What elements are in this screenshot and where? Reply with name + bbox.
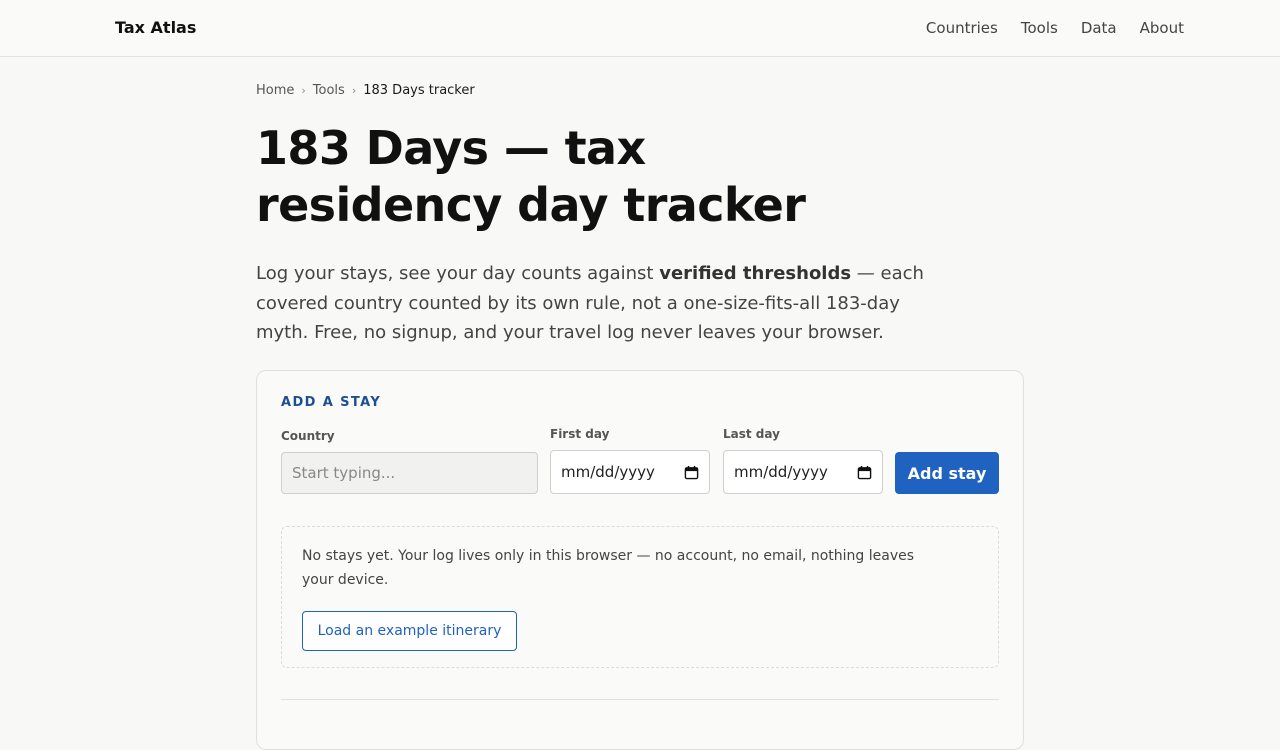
breadcrumb-tools[interactable]: Tools (313, 83, 345, 98)
page-intro: Log your stays, see your day counts agai… (256, 259, 956, 348)
calendar-icon[interactable] (684, 465, 699, 480)
country-label: Country (281, 429, 335, 443)
calendar-icon[interactable] (857, 465, 872, 480)
site-logo-text[interactable]: Tax Atlas (115, 18, 196, 37)
add-stay-button[interactable]: Add stay (895, 452, 999, 494)
intro-emphasis: verified thresholds (659, 263, 852, 284)
add-stay-card: ADD A STAY Country Start typing... First… (256, 370, 1024, 750)
nav-link-countries[interactable]: Countries (926, 19, 998, 37)
main-nav: Countries Tools Data About (926, 19, 1184, 37)
last-day-date-input[interactable]: mm/dd/yyyy (723, 450, 883, 494)
last-day-value: mm/dd/yyyy (734, 463, 828, 481)
empty-state-panel: No stays yet. Your log lives only in thi… (281, 526, 999, 668)
page-title: 183 Days — tax residency day tracker (256, 121, 806, 232)
intro-text-start: Log your stays, see your day counts agai… (256, 263, 660, 284)
top-navigation-bar: Tax Atlas Countries Tools Data About (0, 0, 1280, 57)
first-day-label: First day (550, 427, 610, 441)
nav-link-data[interactable]: Data (1081, 19, 1117, 37)
load-example-button[interactable]: Load an example itinerary (302, 611, 517, 651)
nav-link-about[interactable]: About (1140, 19, 1184, 37)
last-day-label: Last day (723, 427, 780, 441)
country-input[interactable]: Start typing... (281, 452, 538, 494)
add-stay-heading: ADD A STAY (281, 395, 382, 410)
breadcrumb-current: 183 Days tracker (363, 83, 475, 98)
section-divider (281, 699, 999, 700)
breadcrumb-separator: › (351, 84, 357, 97)
breadcrumb-separator: › (301, 84, 306, 97)
empty-state-text: No stays yet. Your log lives only in thi… (302, 548, 915, 588)
nav-link-tools[interactable]: Tools (1021, 19, 1058, 37)
breadcrumb-home[interactable]: Home (256, 83, 294, 98)
breadcrumb: Home › Tools › 183 Days tracker (256, 83, 475, 98)
first-day-date-input[interactable]: mm/dd/yyyy (550, 450, 710, 494)
first-day-value: mm/dd/yyyy (561, 463, 655, 481)
